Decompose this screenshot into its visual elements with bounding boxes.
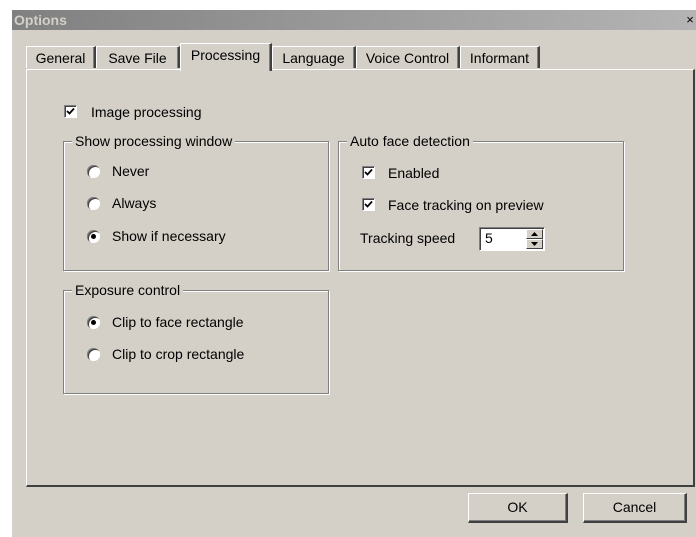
window-title: Options (14, 12, 67, 28)
image-processing-label: Image processing (91, 104, 202, 120)
tab-label: Informant (469, 50, 530, 66)
radio-never[interactable] (87, 165, 100, 178)
group-title: Auto face detection (347, 132, 473, 150)
tab-save-file[interactable]: Save File (96, 46, 180, 68)
cancel-button[interactable]: Cancel (583, 493, 687, 523)
radio-clip-crop[interactable] (87, 348, 100, 361)
tab-label: General (35, 50, 86, 66)
checkmark-icon (364, 168, 373, 176)
show-processing-window-group: Show processing window (63, 132, 329, 271)
spin-down-button[interactable] (526, 239, 543, 249)
arrow-up-icon (531, 232, 538, 236)
clip-crop-label: Clip to crop rectangle (112, 346, 245, 362)
spin-up-button[interactable] (526, 229, 543, 239)
tab-label: Voice Control (365, 50, 450, 66)
close-icon[interactable]: × (684, 10, 696, 30)
tab-language[interactable]: Language (272, 46, 356, 68)
radio-dot (91, 320, 96, 325)
show-if-necessary-label: Show if necessary (112, 228, 226, 244)
ok-button[interactable]: OK (468, 493, 568, 523)
image-processing-checkbox[interactable] (64, 105, 77, 118)
tracking-speed-label: Tracking speed (360, 230, 456, 246)
face-tracking-checkbox[interactable] (362, 198, 375, 211)
tab-label: Save File (108, 50, 167, 66)
never-label: Never (112, 163, 150, 179)
tab-label: Processing (190, 47, 261, 63)
tab-voice-control[interactable]: Voice Control (356, 46, 460, 68)
group-title: Exposure control (72, 281, 184, 299)
face-tracking-label: Face tracking on preview (388, 197, 544, 213)
always-label: Always (112, 195, 157, 211)
options-dialog: Options × General Save File Processing L… (12, 10, 696, 537)
radio-clip-face[interactable] (87, 316, 100, 329)
arrow-down-icon (531, 242, 538, 246)
tab-label: Language (282, 50, 345, 66)
radio-show-if-necessary[interactable] (87, 230, 100, 243)
title-bar[interactable]: Options × (12, 10, 696, 30)
tracking-speed-value[interactable]: 5 (485, 230, 493, 246)
tracking-speed-spinner[interactable]: 5 (479, 227, 545, 251)
radio-always[interactable] (87, 197, 100, 210)
checkmark-icon (364, 200, 373, 208)
checkmark-icon (66, 107, 75, 115)
exposure-control-group: Exposure control (63, 281, 329, 394)
tab-informant[interactable]: Informant (460, 46, 540, 68)
clip-face-label: Clip to face rectangle (112, 314, 244, 330)
enabled-label: Enabled (388, 165, 440, 181)
tab-general[interactable]: General (26, 46, 96, 68)
group-title: Show processing window (72, 132, 236, 150)
tab-processing[interactable]: Processing (180, 43, 272, 71)
enabled-checkbox[interactable] (362, 166, 375, 179)
radio-dot (91, 234, 96, 239)
